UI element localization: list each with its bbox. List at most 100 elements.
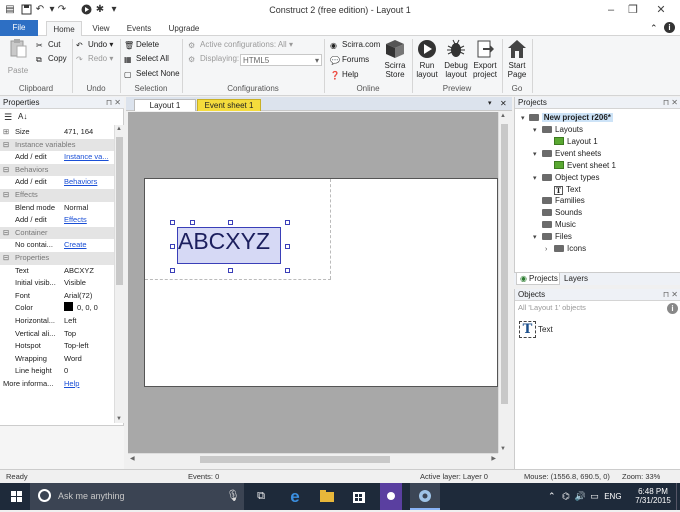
text-object[interactable]: ABCXYZ (177, 227, 281, 264)
forums-button[interactable]: 💬 Forums (330, 55, 369, 65)
tab-projects[interactable]: ◉ Projects (516, 273, 560, 285)
objects-filter[interactable]: All 'Layout 1' objects (516, 302, 666, 314)
tabs-dropdown-icon[interactable]: ▾ (488, 99, 492, 107)
property-row[interactable]: No contai... Create (0, 239, 114, 252)
layout-area[interactable]: ABCXYZ (144, 178, 498, 387)
info-icon[interactable]: i (664, 22, 675, 33)
paste-button[interactable]: Paste (6, 38, 30, 75)
ribbon-collapse-icon[interactable]: ⌃ (650, 23, 658, 34)
resize-handle[interactable] (285, 244, 290, 249)
property-link[interactable]: Instance va... (64, 151, 114, 164)
sort-categorized-icon[interactable]: ☰ (4, 112, 12, 123)
property-row[interactable]: Add / edit Effects (0, 214, 114, 227)
delete-button[interactable]: 🗑 Delete (124, 40, 159, 50)
tree-item[interactable]: Layout 1 (545, 136, 598, 146)
resize-handle[interactable] (285, 220, 290, 225)
tree-toggle-icon[interactable]: ▾ (533, 233, 542, 241)
property-link[interactable]: Create (64, 239, 114, 252)
cortana-search[interactable]: Ask me anything 🎙 (30, 483, 244, 510)
start-page-button[interactable]: Start Page (504, 39, 530, 79)
property-row[interactable]: Add / edit Instance va... (0, 151, 114, 164)
tree-toggle-icon[interactable]: ▾ (533, 150, 542, 158)
active-configurations-dropdown[interactable]: ⚙ Active configurations: All ▾ (188, 40, 293, 50)
resize-handle[interactable] (285, 268, 290, 273)
property-link[interactable]: Help (64, 378, 114, 391)
show-desktop-button[interactable] (676, 483, 680, 510)
property-row[interactable]: Line height 0 (0, 365, 114, 378)
property-category[interactable]: ⊟ Behaviors (0, 163, 114, 177)
property-row[interactable]: Hotspot Top-left (0, 340, 114, 353)
tab-layers[interactable]: Layers (564, 273, 588, 285)
tree-item[interactable]: Event sheet 1 (545, 160, 616, 170)
properties-scrollbar[interactable]: ▲ ▼ (114, 125, 124, 423)
restore-button[interactable]: ❐ (620, 2, 646, 18)
collapse-icon[interactable]: ⊟ (3, 227, 9, 240)
copy-button[interactable]: ⧉ Copy (36, 54, 67, 64)
clock[interactable]: 6:48 PM 7/31/2015 (632, 483, 674, 510)
project-root[interactable]: ▾ New project r206* (521, 113, 613, 122)
microphone-icon[interactable]: 🎙 (226, 489, 240, 502)
file-explorer-icon[interactable] (316, 483, 338, 510)
canvas-vertical-scrollbar[interactable]: ▲ ▼ (498, 112, 510, 453)
property-category[interactable]: ⊟ Effects (0, 189, 114, 202)
close-tab-icon[interactable]: ✕ (500, 99, 507, 108)
tree-item[interactable]: ▾ Files (533, 232, 572, 241)
tree-item[interactable]: Sounds (533, 208, 582, 217)
property-row[interactable]: Initial visib... Visible (0, 277, 114, 290)
edge-icon[interactable]: e (284, 483, 306, 510)
tree-toggle-icon[interactable]: › (545, 246, 554, 253)
resize-handle[interactable] (190, 220, 195, 225)
battery-icon[interactable]: ▭ (590, 491, 599, 501)
property-category[interactable]: ⊟ Instance variables (0, 138, 114, 152)
tab-upgrade[interactable]: Upgrade (164, 21, 204, 36)
property-row[interactable]: Font Arial(72) (0, 290, 114, 303)
debug-layout-button[interactable]: Debug layout (442, 39, 470, 79)
panel-pin-icon[interactable]: ⊓ ✕ (663, 289, 678, 301)
property-row[interactable]: Horizontal... Left (0, 315, 114, 328)
help-button[interactable]: ❓ Help (330, 70, 358, 80)
property-row[interactable]: Blend mode Normal (0, 202, 114, 215)
property-link[interactable]: Behaviors (64, 176, 114, 189)
select-all-button[interactable]: ▦ Select All (124, 54, 169, 64)
vertical-scroll-thumb[interactable] (501, 124, 508, 404)
tab-home[interactable]: Home (46, 21, 82, 36)
property-row[interactable]: Color 0, 0, 0 (0, 302, 114, 315)
close-button[interactable]: ✕ (648, 2, 674, 18)
displaying-select[interactable]: HTML5 ▾ (240, 54, 322, 66)
language-indicator[interactable]: ENG (604, 492, 621, 501)
tree-item[interactable]: ▾ Layouts (533, 125, 583, 134)
property-row[interactable]: More informa... Help (0, 378, 114, 391)
text-object-icon[interactable]: T (519, 321, 536, 338)
scirra-link-button[interactable]: ◉ Scirra.com (330, 40, 380, 50)
task-view-icon[interactable]: ⧉ (252, 483, 270, 510)
horizontal-scroll-thumb[interactable] (200, 456, 390, 463)
canvas-horizontal-scrollbar[interactable]: ◀ ▶ (128, 453, 498, 465)
tree-item[interactable]: › Icons (545, 244, 586, 253)
chevron-up-icon[interactable]: ⌃ (548, 491, 556, 501)
tree-item[interactable]: Families (533, 196, 585, 205)
property-row[interactable]: Add / edit Behaviors (0, 176, 114, 189)
property-link[interactable]: Effects (64, 214, 114, 227)
tab-file[interactable]: File (0, 20, 38, 36)
export-project-button[interactable]: Export project (471, 39, 499, 79)
property-row[interactable]: ⊞ Size 471, 164 (0, 126, 114, 139)
collapse-icon[interactable]: ⊟ (3, 139, 9, 152)
tab-events[interactable]: Events (122, 21, 156, 36)
panel-pin-icon[interactable]: ⊓ ✕ (106, 97, 121, 109)
properties-scroll-thumb[interactable] (116, 137, 123, 285)
property-category[interactable]: ⊟ Properties (0, 252, 114, 265)
tree-toggle-icon[interactable]: ▾ (533, 174, 542, 182)
resize-handle[interactable] (228, 220, 233, 225)
volume-icon[interactable]: 🔊 (574, 491, 585, 501)
property-row[interactable]: Wrapping Word (0, 353, 114, 366)
collapse-icon[interactable]: ⊟ (3, 164, 9, 177)
color-swatch[interactable] (64, 302, 73, 312)
collapse-icon[interactable]: ⊟ (3, 189, 9, 202)
cut-button[interactable]: ✂ Cut (36, 40, 60, 50)
tree-item[interactable]: Music (533, 220, 576, 229)
visual-studio-icon[interactable] (380, 483, 402, 510)
tab-event-sheet-1[interactable]: Event sheet 1 (197, 99, 261, 111)
resize-handle[interactable] (228, 268, 233, 273)
resize-handle[interactable] (170, 268, 175, 273)
construct2-taskbar-icon[interactable] (410, 483, 440, 510)
